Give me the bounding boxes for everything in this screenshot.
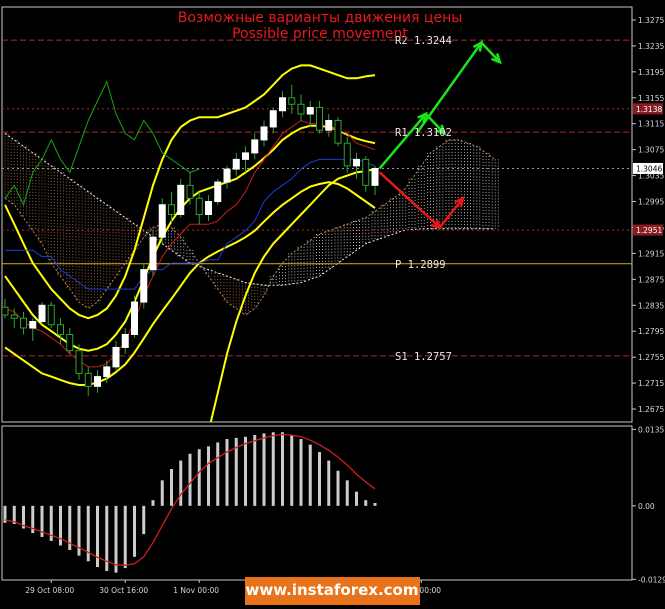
- candle-body: [260, 126, 268, 141]
- oscillator-tick-label: 0.00: [638, 502, 655, 511]
- candle-body: [343, 142, 351, 167]
- candle-body: [353, 158, 360, 167]
- price-tick-label: 1.2915: [638, 249, 664, 258]
- price-marker-label: 1.3138: [636, 105, 662, 114]
- title-russian: Возможные варианты движения цены: [178, 10, 463, 26]
- chart-background: [0, 0, 665, 605]
- oscillator-tick-label: 0.01351: [638, 425, 665, 434]
- candle-body: [325, 119, 333, 131]
- time-tick-label: 1 Nov 00:00: [173, 586, 219, 595]
- candle-body: [140, 269, 148, 303]
- price-tick-label: 1.2875: [638, 275, 664, 284]
- candle-body: [131, 301, 138, 335]
- price-tick-label: 1.2835: [638, 301, 664, 310]
- price-tick-label: 1.3235: [638, 42, 664, 51]
- oscillator-tick-label: -0.01298: [638, 575, 665, 584]
- candle-body: [362, 158, 370, 186]
- candle-body: [316, 107, 323, 131]
- price-tick-label: 1.3075: [638, 146, 664, 155]
- candle-body: [177, 184, 185, 215]
- time-tick-label: 29 Oct 08:00: [25, 586, 74, 595]
- title-english: Possible price movement: [232, 26, 408, 42]
- price-tick-label: 1.2675: [638, 405, 664, 414]
- price-tick-label: 1.2715: [638, 379, 664, 388]
- candle-body: [269, 110, 277, 128]
- chart-root: 1.3275 1.3235 1.3195 1.3155 1.3115 1.3075 1.30…: [0, 0, 665, 605]
- level-label-p: P 1.2899: [395, 259, 446, 271]
- candle-body: [223, 168, 231, 183]
- candle-body: [158, 204, 166, 238]
- price-tick-label: 1.3155: [638, 94, 664, 103]
- candle-body: [195, 197, 203, 215]
- candle-body: [10, 314, 18, 319]
- candle-body: [205, 201, 212, 215]
- candle-body: [29, 320, 37, 329]
- candle-body: [94, 376, 101, 387]
- price-tick-label: 1.3275: [638, 16, 664, 25]
- price-tick-label: 1.2755: [638, 353, 664, 362]
- candle-body: [38, 304, 46, 322]
- candle-body: [288, 97, 296, 105]
- price-tick-label: 1.2995: [638, 198, 664, 207]
- candle-body: [57, 324, 64, 335]
- price-tick-label: 1.3195: [638, 68, 664, 77]
- price-tick-label: 1.2795: [638, 327, 664, 336]
- candle-body: [112, 346, 120, 368]
- price-marker-label: 1.2951: [636, 226, 662, 235]
- candle-body: [251, 139, 259, 154]
- candle-body: [20, 317, 27, 329]
- candle-body: [186, 184, 194, 199]
- price-tick-label: 1.3115: [638, 120, 664, 129]
- candle-body: [103, 366, 111, 378]
- candle-body: [279, 97, 286, 112]
- candle-body: [168, 204, 175, 215]
- candle-body: [297, 103, 305, 115]
- price-marker-label: 1.3046: [636, 164, 662, 173]
- level-label-r1: R1 1.3102: [395, 127, 452, 139]
- candle-body: [232, 158, 240, 170]
- candle-body: [75, 350, 83, 374]
- candle-body: [214, 181, 222, 203]
- watermark-text: www.instaforex.com: [246, 581, 419, 599]
- chart-svg: 1.3275 1.3235 1.3195 1.3155 1.3115 1.3075 1.30…: [0, 0, 665, 605]
- candle-body: [242, 152, 249, 160]
- candle-body: [47, 304, 55, 326]
- candle-body: [334, 119, 342, 144]
- candle-body: [371, 167, 379, 186]
- candle-body: [149, 236, 157, 271]
- candle-body: [2, 306, 9, 316]
- candle-body: [306, 107, 314, 115]
- candle-body: [121, 333, 129, 348]
- level-label-s1: S1 1.2757: [395, 351, 452, 363]
- time-tick-label: 30 Oct 16:00: [99, 586, 148, 595]
- candle-body: [66, 333, 74, 352]
- candle-body: [84, 372, 92, 387]
